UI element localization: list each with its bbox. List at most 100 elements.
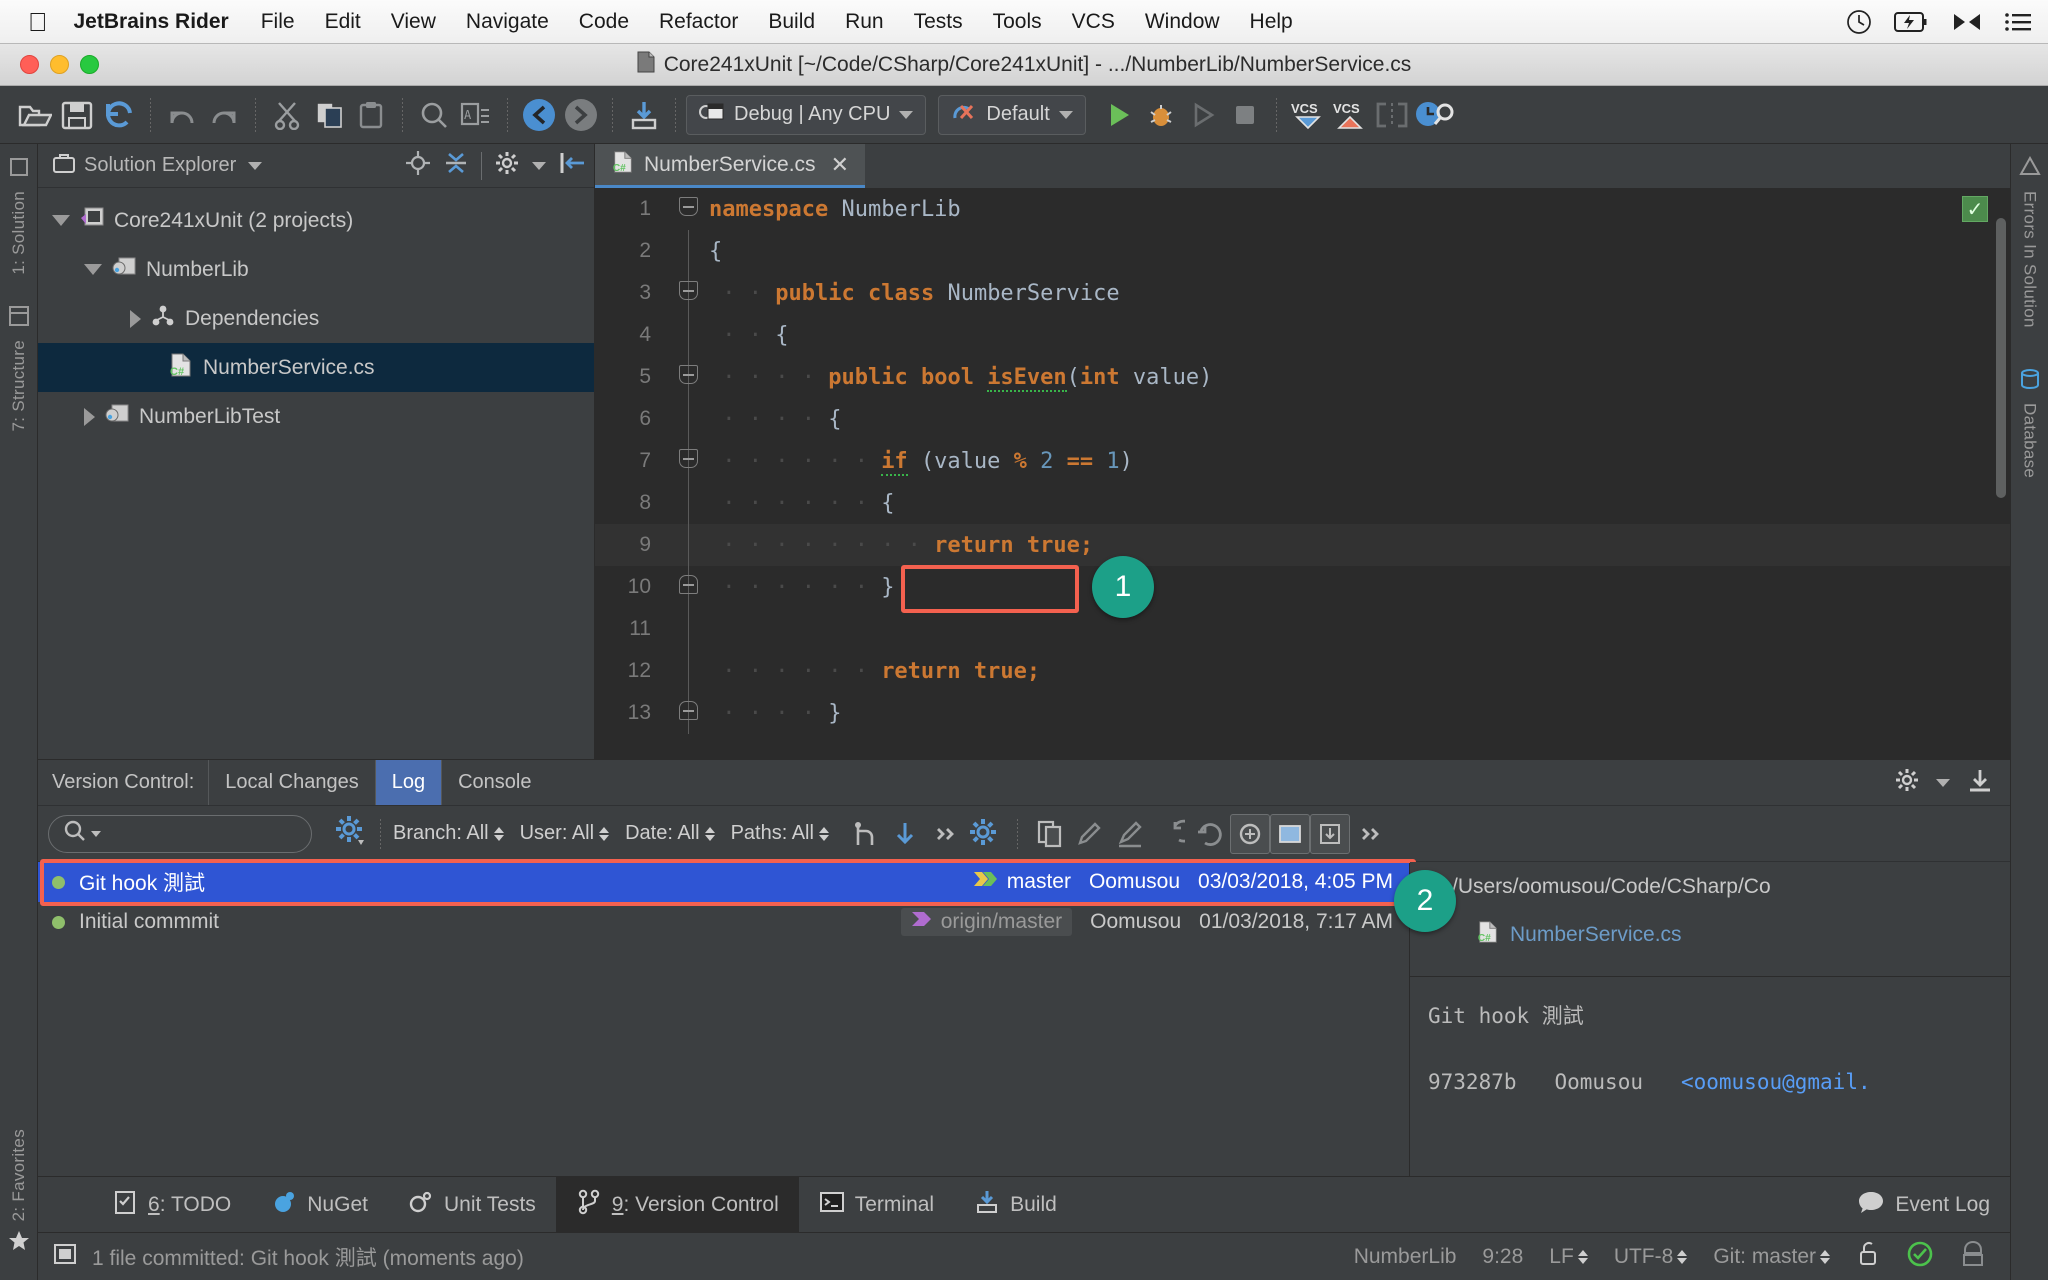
tool-window-event-log[interactable]: Event Log	[1837, 1189, 2010, 1221]
chevron-down-icon[interactable]	[532, 161, 546, 170]
commit-changed-file[interactable]: C# NumberService.cs	[1410, 912, 2010, 958]
bluetooth-icon[interactable]	[1952, 11, 1982, 33]
film-strip-icon[interactable]	[52, 1241, 78, 1273]
fold-gutter[interactable]	[667, 272, 709, 314]
more-chevrons-icon[interactable]	[925, 814, 965, 854]
settings-gear-icon[interactable]	[494, 150, 520, 182]
show-details-icon[interactable]	[1309, 813, 1350, 854]
tool-window-build[interactable]: Build	[954, 1177, 1077, 1232]
commit-ref-chip[interactable]: origin/master	[900, 908, 1073, 936]
tool-window-version-control[interactable]: 9: Version Control	[555, 1177, 799, 1232]
fold-gutter[interactable]	[667, 692, 709, 734]
replace-icon[interactable]: A	[455, 94, 497, 136]
tree-node-numberlibtest[interactable]: NumberLibTest	[38, 392, 594, 441]
updown-arrows-icon[interactable]	[1577, 1249, 1588, 1264]
sync-icon[interactable]	[98, 94, 140, 136]
locate-target-icon[interactable]	[405, 150, 431, 182]
cherry-pick-icon[interactable]	[1229, 813, 1270, 854]
more-chevrons-icon[interactable]	[1350, 814, 1390, 854]
build-icon[interactable]	[623, 94, 665, 136]
tree-node-numberlib[interactable]: NumberLib	[38, 245, 594, 294]
menu-window[interactable]: Window	[1145, 10, 1220, 34]
commit-changed-path[interactable]: /Users/oomusou/Code/CSharp/Co	[1410, 862, 2010, 912]
cut-icon[interactable]	[266, 94, 308, 136]
status-caret-position[interactable]: 9:28	[1482, 1245, 1523, 1269]
search-input[interactable]	[48, 814, 312, 853]
commit-detail-email[interactable]: <oomusou@gmail.	[1681, 1070, 1871, 1094]
updown-arrows-icon[interactable]	[599, 826, 610, 841]
tree-node-dependencies[interactable]: Dependencies	[38, 294, 594, 343]
fold-gutter[interactable]	[667, 188, 709, 230]
menu-vcs[interactable]: VCS	[1072, 10, 1115, 34]
find-icon[interactable]	[413, 94, 455, 136]
hide-panel-icon[interactable]	[558, 150, 586, 182]
menu-file[interactable]: File	[261, 10, 295, 34]
run-green-triangle-icon[interactable]	[1098, 94, 1140, 136]
hide-panel-down-icon[interactable]	[1966, 767, 1994, 798]
fold-gutter[interactable]	[667, 566, 709, 608]
reset-icon[interactable]	[1190, 814, 1230, 854]
updown-arrows-icon[interactable]	[818, 826, 829, 841]
sidebar-item-favorites[interactable]: 2: Favorites	[9, 1129, 29, 1221]
debug-bug-icon[interactable]	[1140, 94, 1182, 136]
errors-rail-icon[interactable]	[2018, 155, 2041, 183]
tool-window-terminal[interactable]: Terminal	[799, 1177, 954, 1232]
tree-node-numberservice-cs[interactable]: C# NumberService.cs	[38, 343, 594, 392]
vcs-history-search-icon[interactable]	[1413, 94, 1455, 136]
fold-gutter[interactable]	[667, 650, 709, 692]
sidebar-item-solution[interactable]: 1: Solution	[9, 191, 29, 275]
filter-branch[interactable]: Branch: All	[393, 822, 504, 845]
open-folder-icon[interactable]	[14, 94, 56, 136]
clock-icon[interactable]	[1846, 9, 1872, 35]
undo-icon[interactable]	[161, 94, 203, 136]
fold-gutter[interactable]	[667, 314, 709, 356]
menu-navigate[interactable]: Navigate	[466, 10, 549, 34]
hector-icon[interactable]	[1960, 1240, 1986, 1274]
menu-tools[interactable]: Tools	[993, 10, 1042, 34]
sidebar-item-errors-in-solution[interactable]: Errors In Solution	[2020, 191, 2040, 328]
tab-numberservice-cs[interactable]: C# NumberService.cs ✕	[595, 144, 865, 188]
collapse-graph-icon[interactable]	[845, 814, 885, 854]
updown-arrows-icon[interactable]	[493, 826, 504, 841]
list-menu-icon[interactable]	[2004, 11, 2032, 33]
chevron-down-icon[interactable]	[1058, 110, 1073, 119]
back-icon[interactable]	[518, 94, 560, 136]
sidebar-item-database[interactable]: Database	[2020, 403, 2040, 478]
settings-gear-icon[interactable]	[1894, 767, 1920, 798]
filter-paths[interactable]: Paths: All	[731, 822, 829, 845]
vcs-commit-icon[interactable]: VCS	[1329, 94, 1371, 136]
show-diff-icon[interactable]	[1269, 813, 1310, 854]
chevron-right-icon[interactable]	[84, 407, 95, 426]
tool-window-nuget[interactable]: NuGet	[251, 1177, 388, 1232]
fold-gutter[interactable]	[667, 524, 709, 566]
collapse-all-icon[interactable]	[443, 150, 469, 182]
lock-icon[interactable]	[1856, 1241, 1880, 1273]
fold-gutter[interactable]	[667, 482, 709, 524]
menu-edit[interactable]: Edit	[325, 10, 361, 34]
sidebar-item-structure[interactable]: 7: Structure	[9, 340, 29, 431]
edit-icon[interactable]	[1070, 814, 1110, 854]
commit-ref-chip[interactable]: master	[973, 869, 1071, 895]
tool-window-todo[interactable]: 6: TODO	[92, 1177, 251, 1232]
battery-charging-icon[interactable]	[1894, 11, 1930, 33]
solution-rail-icon[interactable]	[8, 156, 30, 183]
chevron-down-icon[interactable]	[91, 830, 101, 837]
chevron-down-icon[interactable]	[84, 264, 102, 275]
filter-date[interactable]: Date: All	[625, 822, 715, 845]
fold-gutter[interactable]	[667, 356, 709, 398]
menu-help[interactable]: Help	[1250, 10, 1293, 34]
tree-node-solution[interactable]: Core241xUnit (2 projects)	[38, 196, 594, 245]
fold-gutter[interactable]	[667, 608, 709, 650]
menu-code[interactable]: Code	[579, 10, 629, 34]
commit-row-selected[interactable]: Git hook 測試 master Oomusou 03/03/2018, 4…	[38, 862, 1409, 902]
menu-view[interactable]: View	[391, 10, 436, 34]
chevron-down-icon[interactable]	[52, 215, 70, 226]
apple-logo-icon[interactable]: 	[28, 9, 48, 35]
highlight-icon[interactable]	[1110, 814, 1150, 854]
paste-icon[interactable]	[350, 94, 392, 136]
status-encoding[interactable]: UTF‑8	[1614, 1245, 1688, 1269]
copy-icon[interactable]	[308, 94, 350, 136]
menu-app-name[interactable]: JetBrains Rider	[74, 10, 229, 34]
menu-refactor[interactable]: Refactor	[659, 10, 738, 34]
fold-gutter[interactable]	[667, 398, 709, 440]
